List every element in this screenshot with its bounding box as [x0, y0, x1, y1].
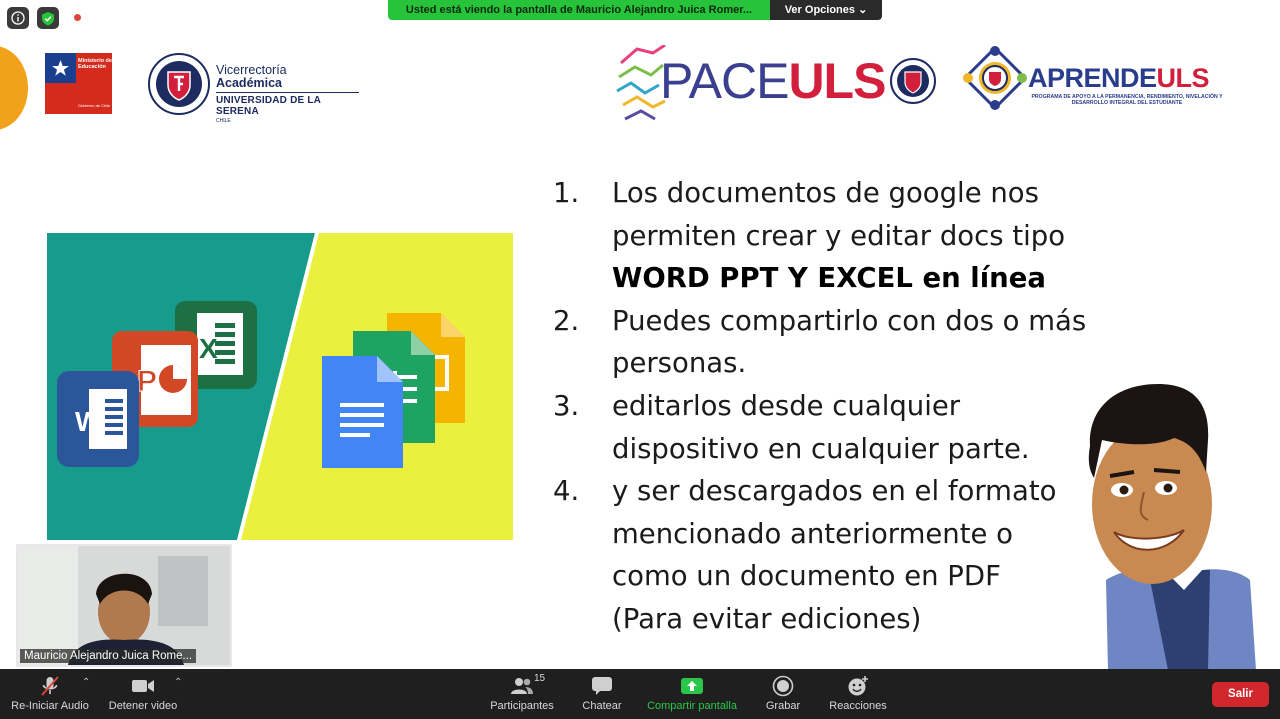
screen-share-banner: Usted está viendo la pantalla de Maurici…	[388, 0, 882, 20]
svg-text:X: X	[199, 333, 218, 364]
security-shield-icon[interactable]	[37, 7, 59, 29]
share-screen-button[interactable]: Compartir pantalla	[644, 669, 740, 719]
va-divider	[216, 92, 359, 93]
share-label: Compartir pantalla	[647, 700, 737, 712]
record-button[interactable]: Grabar	[760, 669, 806, 719]
audio-label: Re-Iniciar Audio	[11, 700, 89, 712]
participants-icon: 15	[510, 673, 545, 698]
list-item-bold-text: WORD PPT Y EXCEL en línea	[612, 262, 1046, 295]
participants-label: Participantes	[490, 700, 554, 712]
stop-video-button[interactable]: Detener video	[104, 669, 182, 719]
slide-bullet-list: 1. Los documentos de google nos permiten …	[553, 172, 1133, 641]
list-item-number: 4.	[553, 475, 580, 508]
microphone-muted-icon	[39, 674, 61, 698]
meeting-toolbar: Re-Iniciar Audio ⌃ Detener video ⌃ 15 Pa…	[0, 669, 1280, 719]
participants-button[interactable]: 15 Participantes	[488, 669, 556, 719]
word-icon: W	[57, 371, 139, 467]
reactions-label: Reacciones	[829, 700, 887, 712]
recording-indicator-icon	[72, 12, 83, 23]
list-item: 2. Puedes compartirlo con dos o más perso…	[553, 300, 1133, 385]
video-label: Detener video	[108, 700, 178, 712]
google-docs-icon	[322, 356, 403, 468]
leave-meeting-button[interactable]: Salir	[1212, 682, 1269, 707]
aprende-uls-logo-text: APRENDEULS	[1028, 63, 1210, 93]
chat-button[interactable]: Chatear	[576, 669, 628, 719]
svg-text:P: P	[137, 365, 157, 398]
list-item-text: Los documentos de google nos permiten cr…	[612, 177, 1066, 252]
list-item-text: y ser descargados en el formato menciona…	[612, 475, 1057, 635]
aprende-logo-mark	[962, 45, 1028, 111]
participant-video-tile[interactable]: Mauricio Alejandro Juica Rome...	[16, 544, 232, 667]
list-item: 1. Los documentos de google nos permiten …	[553, 172, 1133, 300]
cartoon-presenter-illustration	[1078, 380, 1258, 670]
view-options-button[interactable]: Ver Opciones ⌄	[770, 0, 882, 20]
reactions-button[interactable]: Reacciones	[826, 669, 890, 719]
chat-label: Chatear	[582, 700, 622, 712]
decorative-orange-shape	[0, 46, 28, 130]
minedu-subtitle: Gobierno de Chile	[78, 103, 111, 108]
pace-seal-logo	[890, 58, 936, 104]
participant-name: Mauricio Alejandro Juica Rome...	[20, 649, 197, 663]
chevron-down-icon: ⌄	[858, 4, 868, 16]
unmute-audio-button[interactable]: Re-Iniciar Audio	[8, 669, 92, 719]
audio-options-chevron-icon[interactable]: ⌃	[82, 677, 90, 688]
video-camera-icon	[131, 674, 155, 698]
list-item-text: editarlos desde cualquier dispositivo en…	[612, 389, 1030, 465]
meeting-info-icon[interactable]	[7, 7, 29, 29]
list-item-number: 3.	[553, 389, 580, 422]
universidad-seal-logo	[148, 53, 210, 115]
va-line3: UNIVERSIDAD DE LA SERENA	[216, 95, 321, 117]
list-item-text: Puedes compartirlo con dos o más persona…	[612, 304, 1087, 380]
reaction-smiley-icon	[847, 674, 869, 698]
viewing-screen-text: Usted está viendo la pantalla de Maurici…	[388, 0, 770, 20]
office-to-google-docs-illustration: X P W	[47, 233, 513, 540]
list-item: 3. editarlos desde cualquier dispositivo …	[553, 385, 1133, 470]
record-icon	[772, 674, 794, 698]
participants-count: 15	[534, 673, 546, 684]
va-line4: CHILE	[216, 118, 231, 124]
pace-uls-logo-text: PACEULS	[660, 53, 886, 109]
vicerrectoria-text: Vicerrectoría Académica UNIVERSIDAD DE L…	[216, 64, 361, 124]
record-label: Grabar	[765, 700, 801, 712]
list-item-number: 1.	[553, 177, 580, 209]
aprende-subtitle: PROGRAMA DE APOYO A LA PERMANENCIA, REND…	[1031, 94, 1223, 106]
minedu-title: Ministerio de Educación	[78, 58, 112, 70]
video-options-chevron-icon[interactable]: ⌃	[174, 677, 182, 688]
ministerio-educacion-logo: Ministerio de Educación Gobierno de Chile	[45, 53, 112, 114]
list-item-number: 2.	[553, 304, 580, 337]
svg-text:W: W	[75, 406, 102, 437]
chat-bubble-icon	[591, 674, 613, 698]
list-item: 4. y ser descargados en el formato mencio…	[553, 470, 1133, 640]
share-screen-icon	[680, 674, 704, 698]
va-line2: Académica	[216, 76, 283, 90]
